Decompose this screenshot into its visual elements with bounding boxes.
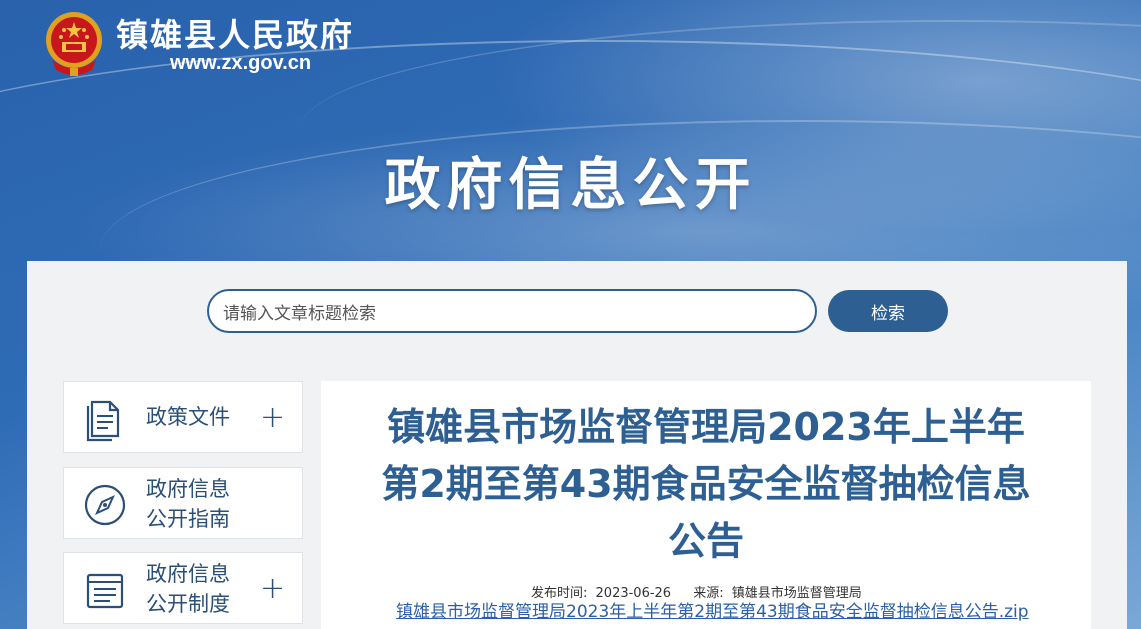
sidebar-item-disclosure-guide[interactable]: 政府信息 公开指南 xyxy=(63,467,303,539)
search-button[interactable]: 检索 xyxy=(828,290,948,332)
site-name[interactable]: 镇雄县人民政府 xyxy=(116,10,354,56)
sidebar-item-disclosure-system[interactable]: 政府信息 公开制度 + xyxy=(63,552,303,624)
compass-icon xyxy=(84,484,126,526)
search-input[interactable]: 请输入文章标题检索 xyxy=(207,289,817,333)
sidebar-item-label: 政府信息 xyxy=(146,562,230,586)
sidebar-item-label: 政策文件 xyxy=(146,405,230,429)
article-title-line: 公告 xyxy=(667,519,744,563)
sidebar-item-label: 公开制度 xyxy=(146,592,230,616)
attachment-link[interactable]: 镇雄县市场监督管理局2023年上半年第2期至第43期食品安全监督抽检信息公告.z… xyxy=(396,597,1029,622)
article-title-line: 第2期至第43期食品安全监督抽检信息 xyxy=(381,462,1031,506)
search-placeholder: 请输入文章标题检索 xyxy=(223,303,376,324)
document-icon xyxy=(86,400,120,442)
expand-plus-icon[interactable]: + xyxy=(260,400,285,436)
sidebar-item-label: 政府信息 xyxy=(146,477,230,501)
site-url[interactable]: www.zx.gov.cn xyxy=(170,52,311,75)
sidebar-item-label: 公开指南 xyxy=(146,507,230,531)
article-title-line: 镇雄县市场监督管理局2023年上半年 xyxy=(387,405,1025,449)
article-title: 镇雄县市场监督管理局2023年上半年 第2期至第43期食品安全监督抽检信息 公告 xyxy=(321,399,1091,570)
list-document-icon xyxy=(86,573,124,609)
national-emblem-icon xyxy=(46,12,102,76)
banner-title: 政府信息公开 xyxy=(384,153,757,218)
sidebar-item-policy-documents[interactable]: 政策文件 + xyxy=(63,381,303,453)
expand-plus-icon[interactable]: + xyxy=(260,571,285,607)
article-content: 镇雄县市场监督管理局2023年上半年 第2期至第43期食品安全监督抽检信息 公告… xyxy=(321,381,1091,629)
